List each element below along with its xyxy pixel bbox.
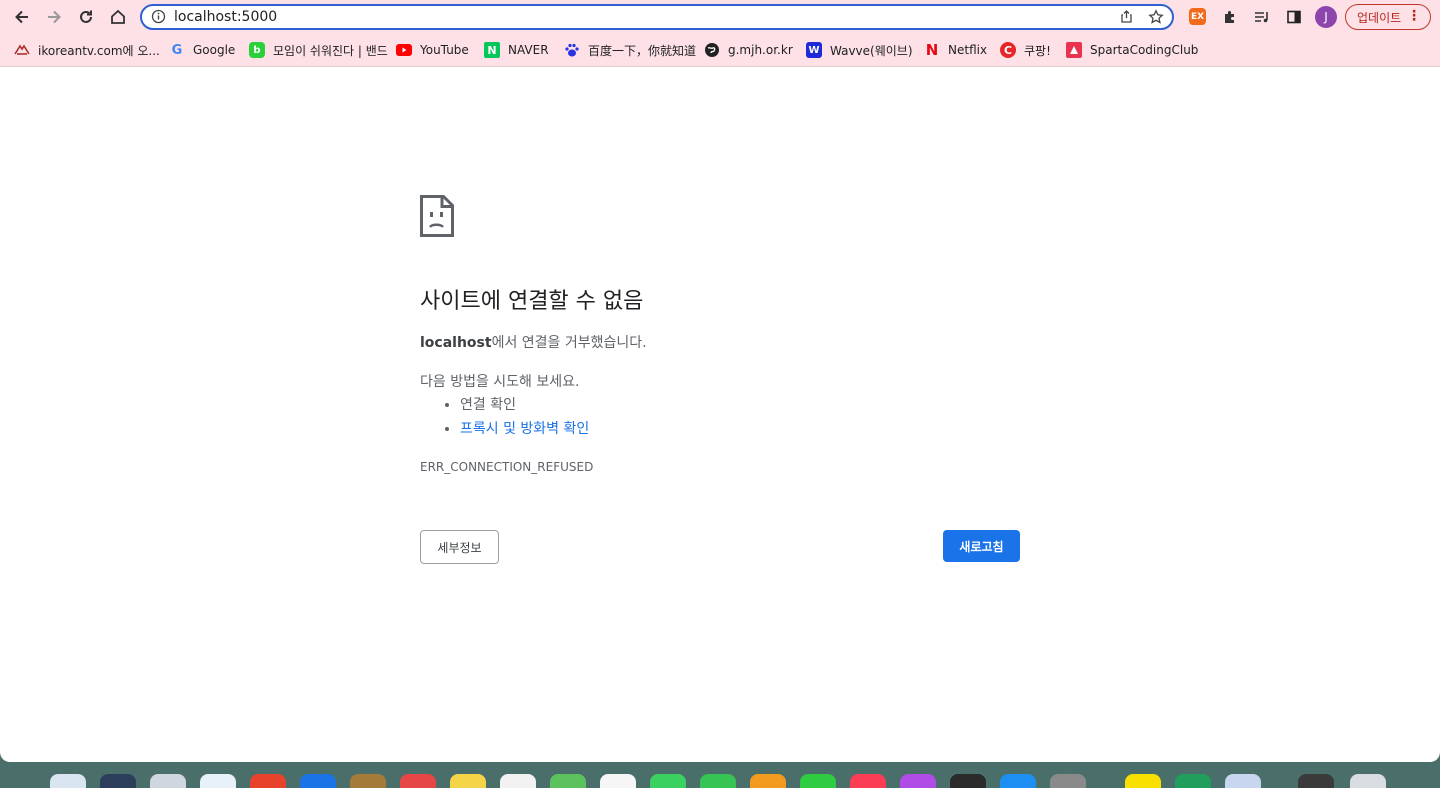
browser-toolbar: EX J 업데이트 ⋮ [0, 0, 1440, 34]
bookmark-star-icon[interactable] [1148, 9, 1164, 29]
url-input[interactable] [174, 7, 1074, 27]
bookmark-wavve[interactable]: W Wavve(웨이브) [806, 40, 913, 60]
address-bar[interactable] [140, 4, 1174, 30]
refresh-icon [80, 10, 92, 23]
bookmarks-bar: ikoreantv.com에 오... G Google b 모임이 쉬워진다 … [0, 34, 1440, 67]
forward-arrow-icon [48, 10, 61, 24]
baidu-icon [564, 42, 580, 58]
browser-window: EX J 업데이트 ⋮ ikoreantv.com에 오... G Google… [0, 0, 1440, 762]
back-arrow-icon [15, 10, 28, 24]
back-button[interactable] [10, 5, 34, 29]
globe-icon [14, 42, 30, 58]
bookmark-ikoreantv[interactable]: ikoreantv.com에 오... [14, 40, 160, 60]
update-button[interactable]: 업데이트 ⋮ [1345, 4, 1431, 30]
naver-icon: N [484, 42, 500, 58]
bookmark-naver[interactable]: N NAVER [484, 40, 549, 60]
wavve-icon: W [806, 42, 822, 58]
site-info-icon[interactable] [151, 9, 166, 28]
netflix-icon: N [925, 41, 939, 59]
sad-document-icon [420, 195, 454, 237]
extensions-puzzle-icon[interactable] [1220, 7, 1240, 27]
side-panel-icon[interactable] [1284, 7, 1304, 27]
home-icon [111, 9, 125, 24]
reload-button[interactable]: 새로고침 [943, 530, 1020, 562]
bookmark-netflix[interactable]: N Netflix [924, 40, 987, 60]
proxy-firewall-link[interactable]: 프록시 및 방화벽 확인 [460, 421, 589, 437]
more-menu-icon[interactable]: ⋮ [1407, 9, 1421, 23]
update-label: 업데이트 [1357, 10, 1402, 25]
sparta-icon [1066, 42, 1082, 58]
try-label: 다음 방법을 시도해 보세요. [420, 374, 580, 390]
media-control-icon[interactable] [1252, 7, 1272, 27]
suggestion-list: 연결 확인 프록시 및 방화벽 확인 [420, 393, 589, 441]
google-icon: G [171, 42, 183, 58]
reload-page-button[interactable] [74, 5, 98, 29]
bookmark-band[interactable]: b 모임이 쉬워진다 | 밴드 [249, 40, 388, 60]
error-title: 사이트에 연결할 수 없음 [420, 289, 644, 314]
extension-ex-icon[interactable]: EX [1189, 8, 1206, 25]
home-button[interactable] [106, 5, 130, 29]
error-description: localhost에서 연결을 거부했습니다. [420, 332, 647, 352]
error-code: ERR_CONNECTION_REFUSED [420, 460, 594, 474]
dock [40, 768, 1400, 788]
globe-icon [704, 42, 720, 58]
bookmark-sparta[interactable]: SpartaCodingClub [1066, 40, 1198, 60]
bookmark-gmjh[interactable]: g.mjh.or.kr [704, 40, 793, 60]
share-icon[interactable] [1119, 9, 1134, 28]
suggestion-proxy-firewall: 프록시 및 방화벽 확인 [460, 417, 589, 441]
profile-avatar[interactable]: J [1315, 6, 1337, 28]
bookmark-coupang[interactable]: C 쿠팡! [1000, 40, 1051, 60]
bookmark-youtube[interactable]: YouTube [396, 40, 469, 60]
error-description-text: 에서 연결을 거부했습니다. [491, 335, 647, 351]
error-host: localhost [420, 335, 492, 351]
forward-button[interactable] [42, 5, 66, 29]
coupang-icon: C [1000, 42, 1016, 58]
bookmark-baidu[interactable]: 百度一下，你就知道 [564, 40, 696, 60]
youtube-icon [396, 42, 412, 58]
band-icon: b [249, 42, 265, 58]
suggestion-check-connection: 연결 확인 [460, 393, 589, 417]
bookmark-google[interactable]: G Google [169, 40, 236, 60]
details-button[interactable]: 세부정보 [420, 530, 499, 564]
